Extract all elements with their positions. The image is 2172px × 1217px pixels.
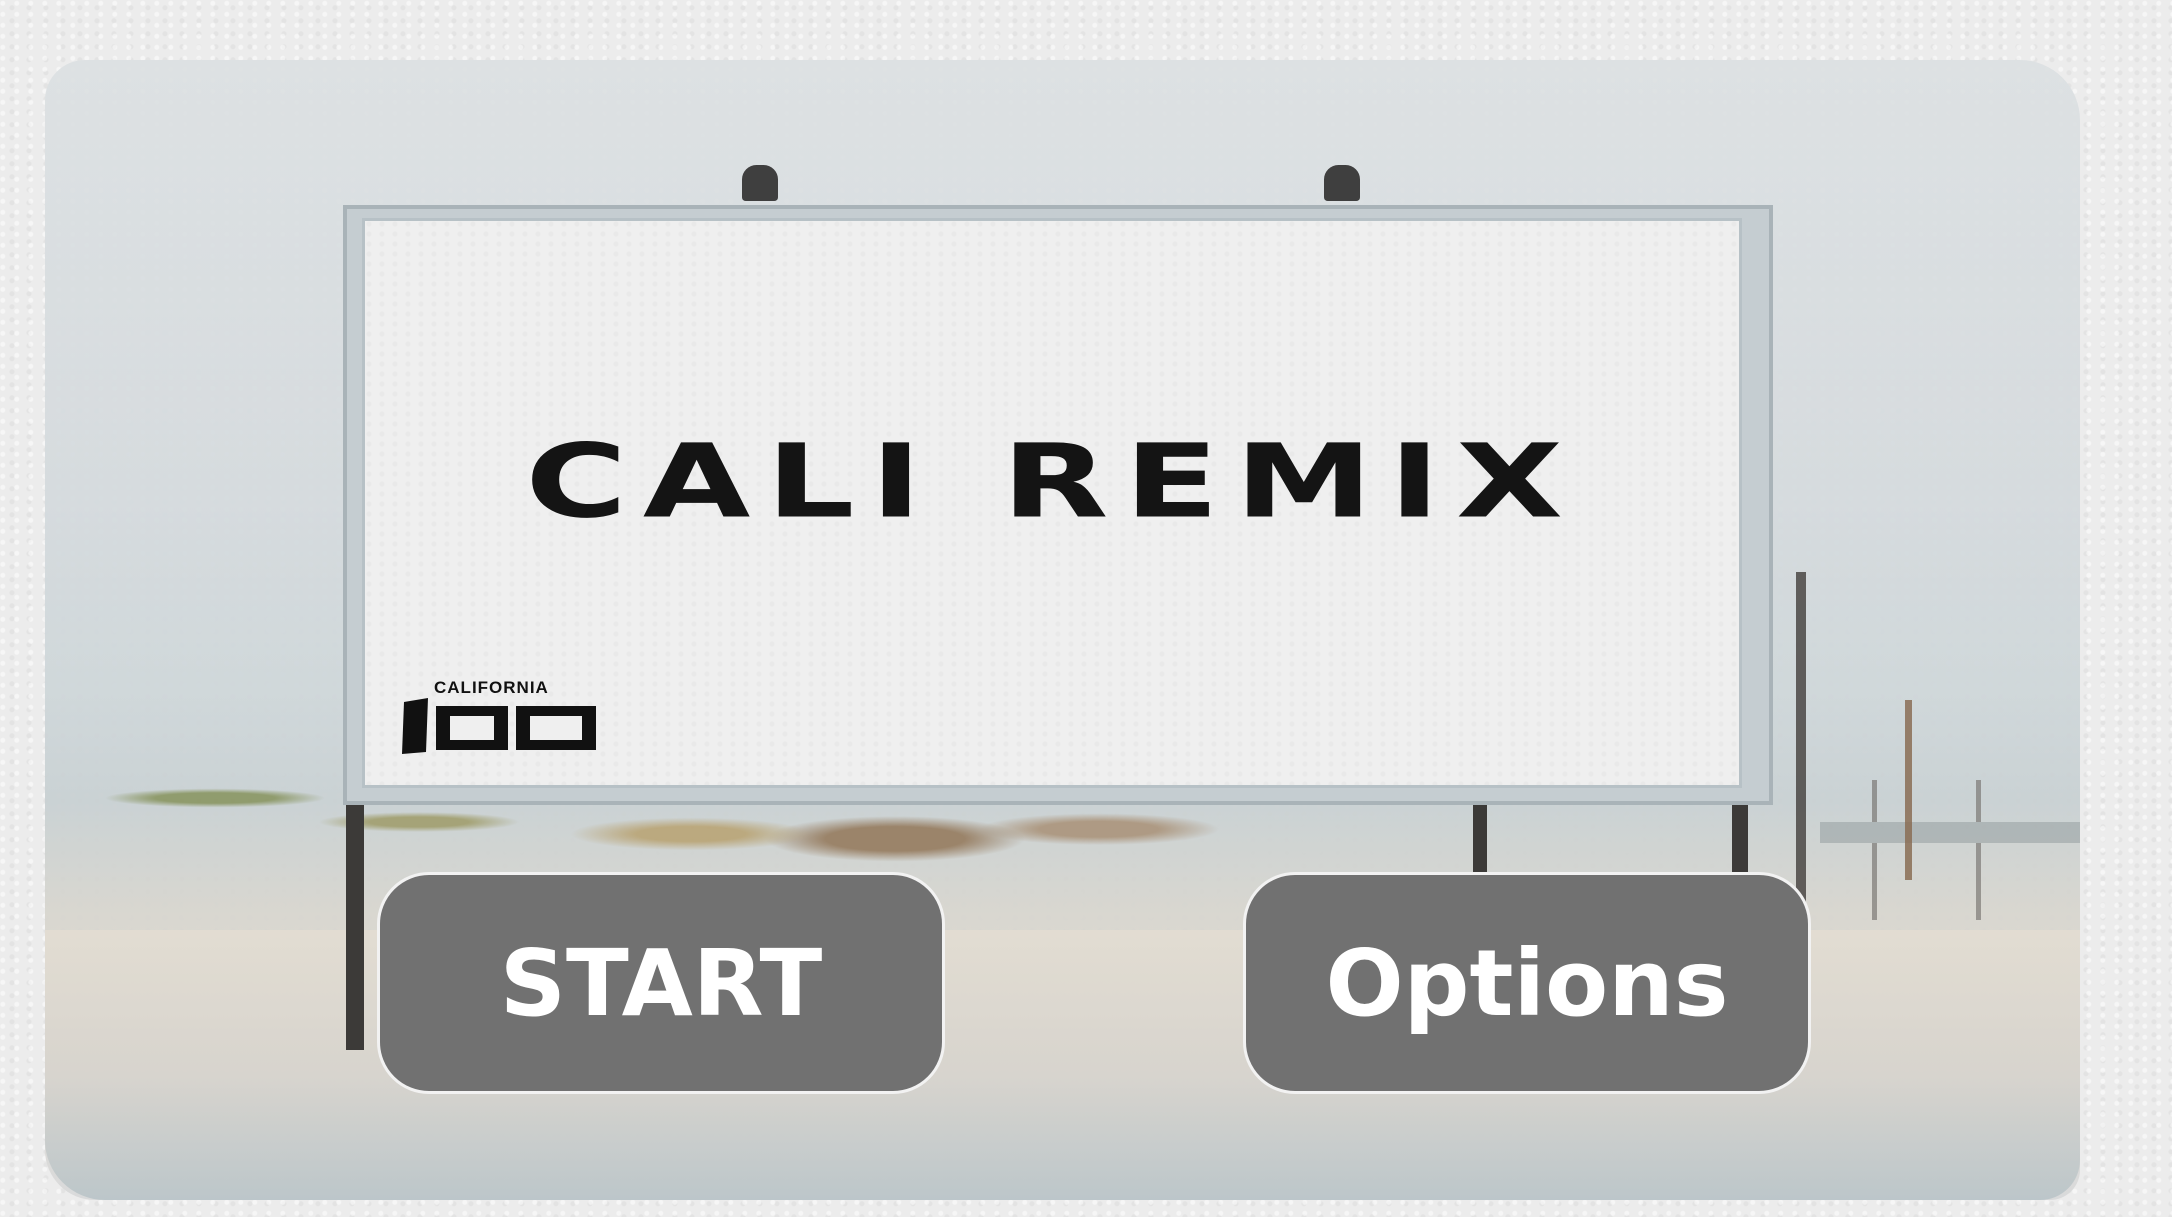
options-button[interactable]: Options bbox=[1243, 872, 1811, 1094]
billboard-leg-left bbox=[346, 800, 364, 1050]
billboard-light-right bbox=[1324, 165, 1360, 201]
utility-pole bbox=[1905, 700, 1912, 880]
game-title: CALI REMIX bbox=[525, 422, 1579, 542]
billboard-light-left bbox=[742, 165, 778, 201]
logo-100-mark bbox=[402, 698, 596, 754]
start-button[interactable]: START bbox=[377, 872, 945, 1094]
logo-label: CALIFORNIA bbox=[434, 678, 549, 697]
utility-pole bbox=[1796, 572, 1806, 912]
distant-structures bbox=[1820, 780, 2080, 920]
california-100-logo: CALIFORNIA bbox=[402, 678, 602, 758]
